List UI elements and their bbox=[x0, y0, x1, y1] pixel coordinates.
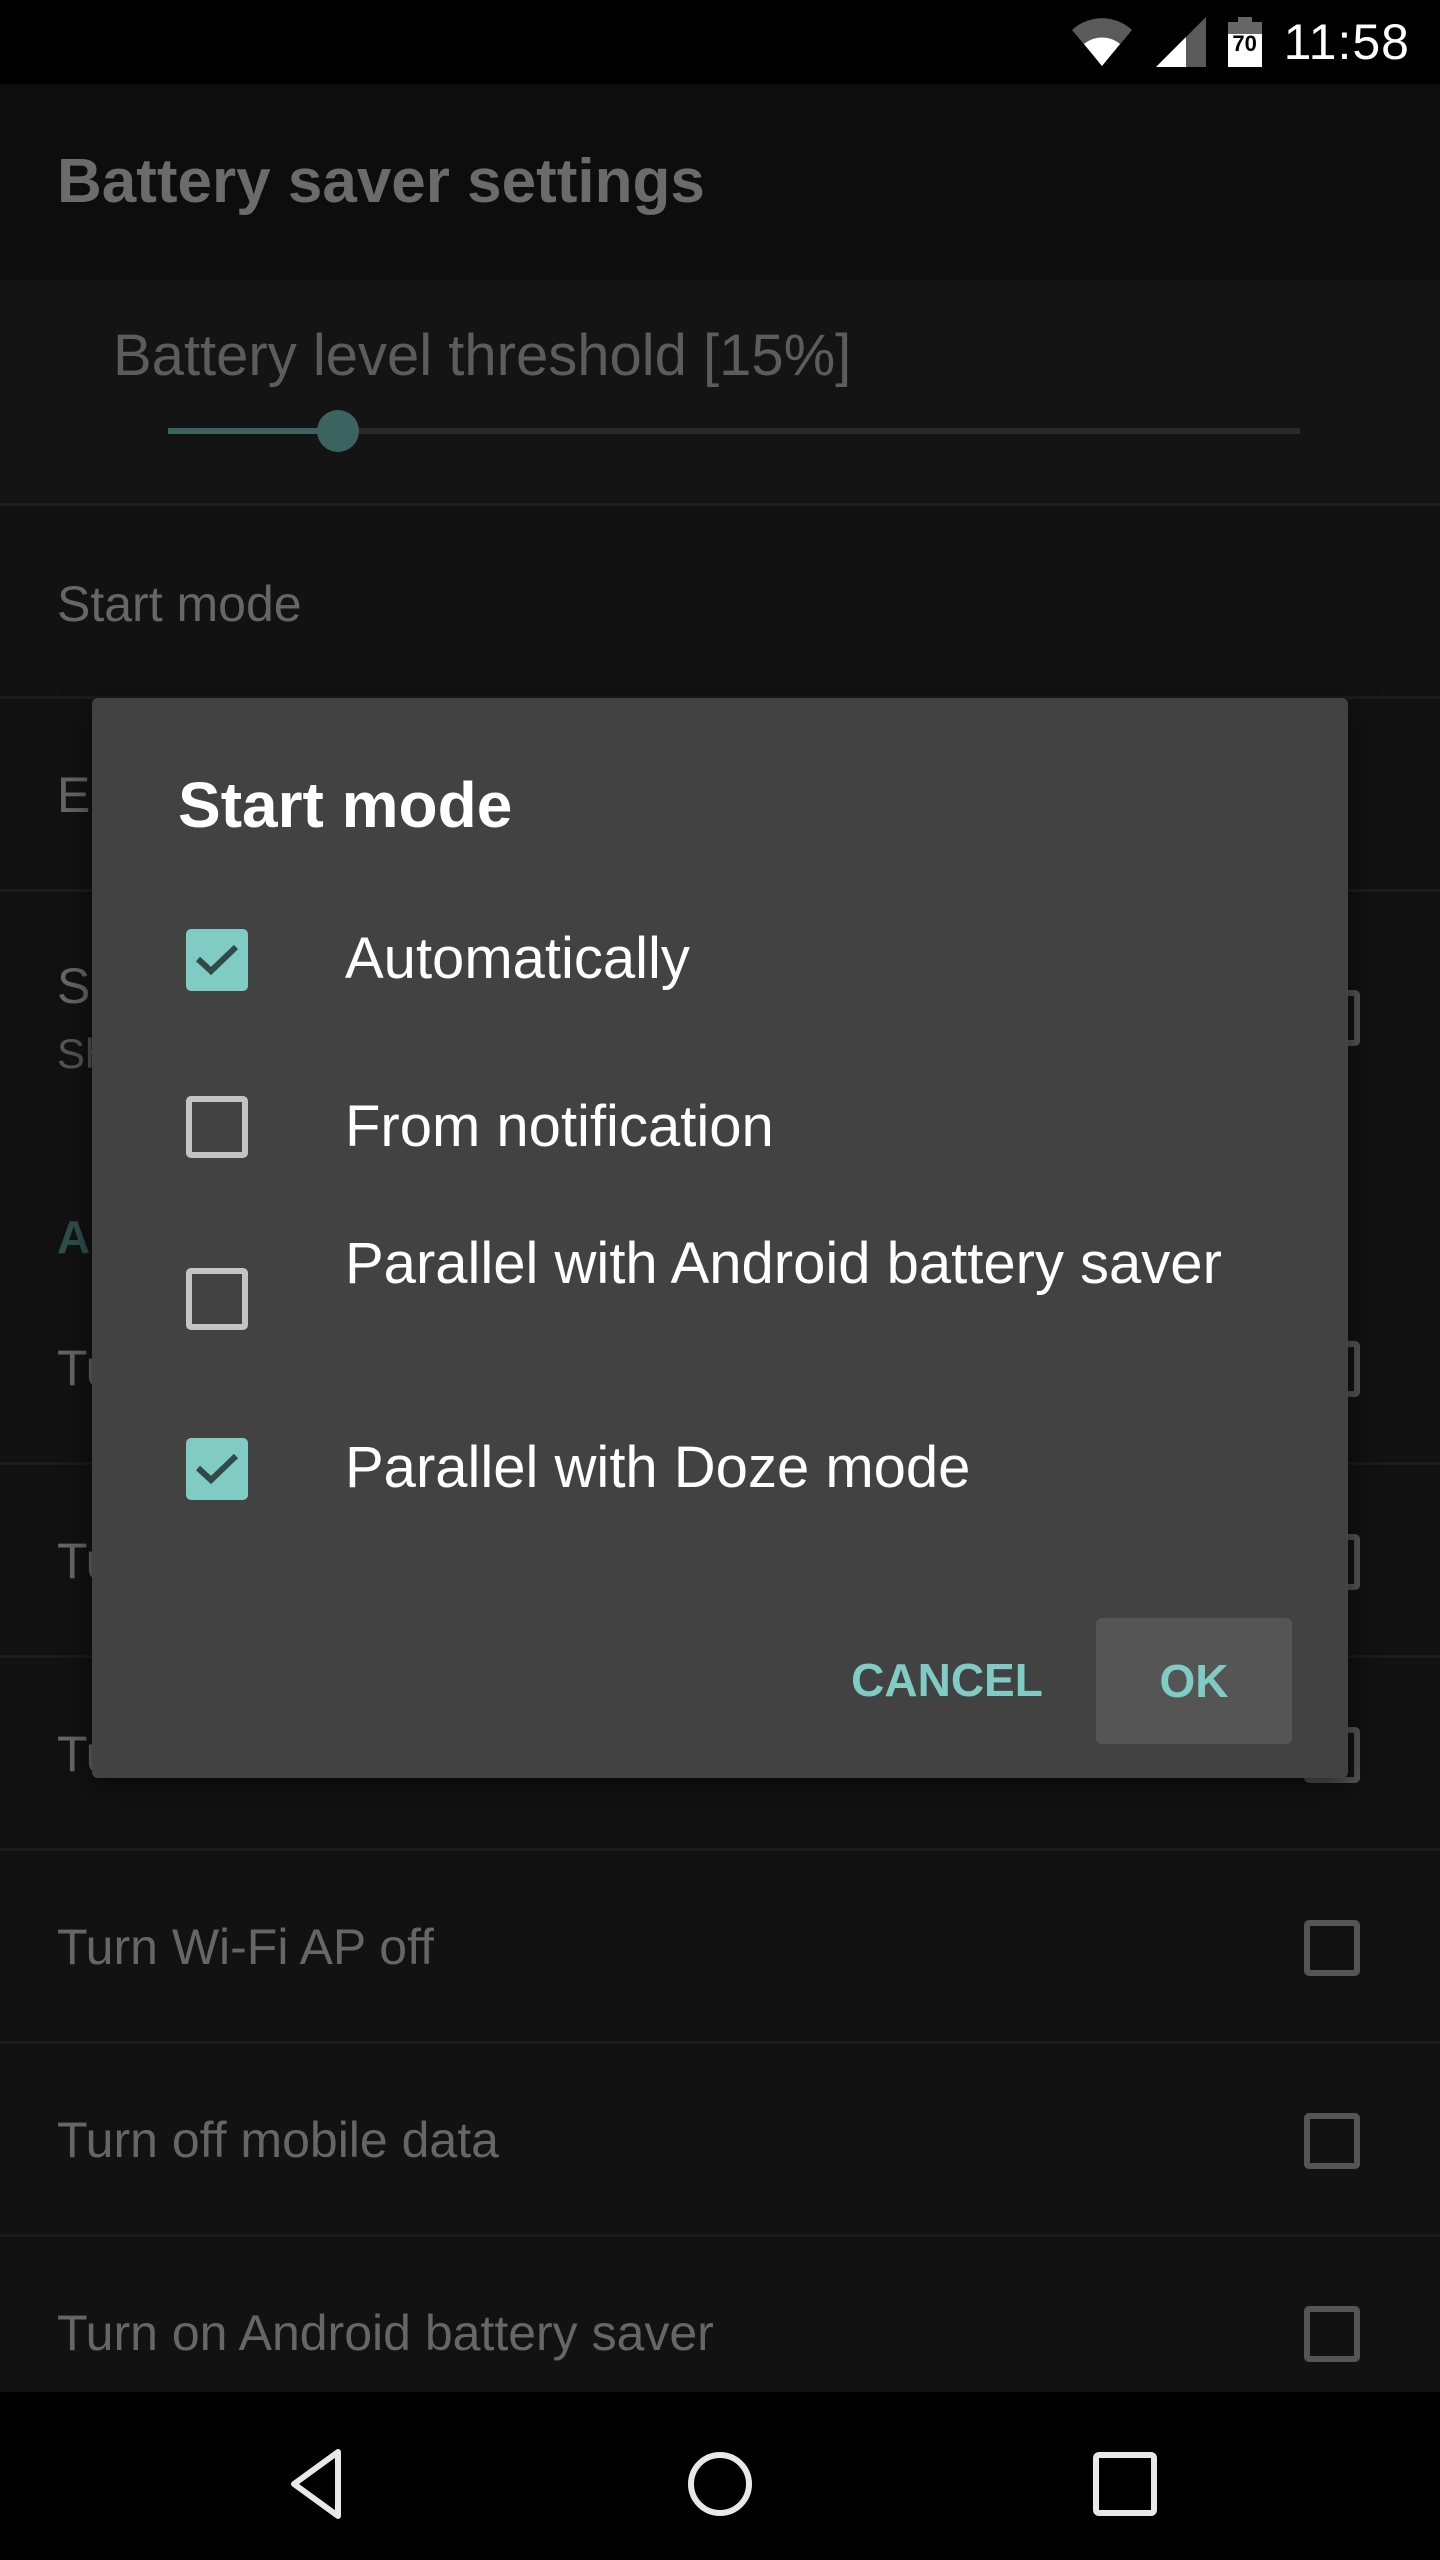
checkbox-unchecked[interactable] bbox=[186, 1268, 248, 1330]
toolbar: Battery saver settings bbox=[0, 84, 1440, 280]
option-parallel-android-battery-saver[interactable]: Parallel with Android battery saver bbox=[92, 1228, 1348, 1378]
checkmark-icon bbox=[195, 1453, 239, 1485]
option-automatically[interactable]: Automatically bbox=[92, 903, 1348, 1013]
threshold-preference: Battery level threshold [15%] bbox=[0, 280, 1440, 506]
clock: 11:58 bbox=[1283, 14, 1410, 70]
android-battery-saver-checkbox[interactable] bbox=[1304, 2306, 1360, 2362]
checkbox-unchecked[interactable] bbox=[186, 1096, 248, 1158]
recents-icon[interactable] bbox=[1085, 2444, 1165, 2524]
threshold-slider-fill bbox=[168, 428, 338, 434]
wifi-icon bbox=[1071, 18, 1132, 66]
battery-level: 70 bbox=[1232, 31, 1257, 56]
threshold-label: Battery level threshold [15%] bbox=[113, 323, 852, 388]
cancel-button[interactable]: CANCEL bbox=[832, 1618, 1062, 1742]
mobile-data-checkbox[interactable] bbox=[1304, 2113, 1360, 2169]
start-mode-label: Start mode bbox=[57, 576, 302, 632]
navigation-bar bbox=[0, 2392, 1440, 2560]
status-bar: 70 11:58 bbox=[0, 0, 1440, 84]
setting-row-label: Turn on Android battery saver bbox=[57, 2305, 714, 2361]
start-mode-preference[interactable]: Start mode bbox=[0, 509, 1440, 699]
option-from-notification[interactable]: From notification bbox=[92, 1073, 1348, 1183]
ok-button[interactable]: OK bbox=[1096, 1618, 1292, 1744]
setting-row-wifi-ap[interactable]: Turn Wi-Fi AP off bbox=[0, 1854, 1440, 2044]
setting-row-label: Turn Wi-Fi AP off bbox=[57, 1919, 434, 1975]
option-parallel-doze-mode[interactable]: Parallel with Doze mode bbox=[92, 1408, 1348, 1518]
checkbox-checked[interactable] bbox=[186, 929, 248, 991]
home-icon[interactable] bbox=[680, 2444, 760, 2524]
page-title: Battery saver settings bbox=[57, 147, 705, 216]
checkmark-icon bbox=[195, 944, 239, 976]
wifi-ap-checkbox[interactable] bbox=[1304, 1920, 1360, 1976]
option-label: Parallel with Doze mode bbox=[345, 1435, 971, 1500]
battery-icon: 70 bbox=[1227, 17, 1262, 67]
setting-row-android-battery-saver[interactable]: Turn on Android battery saver bbox=[0, 2240, 1440, 2392]
setting-row-label: Turn off mobile data bbox=[57, 2112, 499, 2168]
option-label: Automatically bbox=[345, 926, 690, 991]
start-mode-dialog: Start mode Automatically From notificati… bbox=[92, 698, 1348, 1778]
show-notification-label: S bbox=[57, 958, 91, 1014]
cell-signal-icon bbox=[1155, 17, 1206, 67]
option-label: Parallel with Android battery saver bbox=[345, 1231, 1222, 1296]
option-label: From notification bbox=[345, 1094, 774, 1159]
threshold-slider-thumb[interactable] bbox=[316, 410, 359, 452]
exceptions-label: E bbox=[57, 767, 91, 823]
back-icon[interactable] bbox=[276, 2444, 356, 2524]
setting-row-mobile-data[interactable]: Turn off mobile data bbox=[0, 2047, 1440, 2237]
category-header: A bbox=[57, 1211, 91, 1263]
checkbox-checked[interactable] bbox=[186, 1438, 248, 1500]
dialog-title: Start mode bbox=[178, 769, 513, 841]
